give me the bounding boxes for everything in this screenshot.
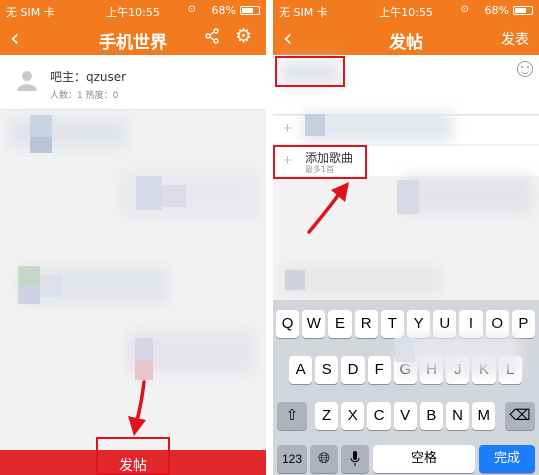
share-icon[interactable] [204, 28, 220, 49]
blurred-content [40, 275, 62, 297]
space-key[interactable]: 空格 [373, 445, 475, 473]
status-bar: 无 SIM 卡 上午10:55 ⊙ 68% [0, 0, 266, 20]
mic-icon [350, 451, 360, 466]
key-f[interactable]: F [367, 356, 391, 384]
rotation-lock-icon: ⊙ [460, 4, 469, 15]
battery-percent: 68% [484, 4, 509, 17]
blurred-content [162, 185, 186, 207]
blurred-content [18, 286, 40, 304]
nav-bar: ‹ 手机世界 ⚙ [0, 20, 266, 55]
blurred-content [399, 335, 519, 375]
blurred-content [283, 265, 443, 295]
key-s[interactable]: S [315, 356, 339, 384]
page-title: 手机世界 [99, 33, 167, 53]
shift-key[interactable]: ⇧ [277, 402, 307, 430]
annotation-box [96, 437, 170, 475]
key-n[interactable]: N [446, 402, 470, 430]
delete-key[interactable]: ⌫ [505, 402, 535, 430]
annotation-box [273, 145, 367, 179]
status-bar: 无 SIM 卡 上午10:55 ⊙ 68% [273, 0, 539, 20]
keyboard: QWERTYUIOP ASDFGHJKL ZXCVBNM ⇧ ⌫ 123 🌐︎ … [273, 300, 539, 475]
blurred-content [135, 360, 153, 380]
shift-icon: ⇧ [285, 407, 299, 424]
annotation-arrow [307, 182, 349, 234]
avatar-icon [16, 69, 38, 91]
key-o[interactable]: O [485, 310, 509, 338]
divider [266, 0, 273, 475]
blurred-content [136, 176, 162, 210]
blurred-content [30, 115, 52, 137]
key-w[interactable]: W [302, 310, 326, 338]
emoji-icon[interactable] [517, 61, 533, 77]
numbers-key[interactable]: 123 [277, 445, 307, 473]
blurred-content [397, 180, 419, 214]
battery-icon [240, 6, 260, 15]
blurred-content [403, 175, 533, 215]
blurred-content [30, 137, 52, 153]
key-p[interactable]: P [511, 310, 535, 338]
battery-icon [513, 6, 533, 15]
key-t[interactable]: T [380, 310, 404, 338]
key-e[interactable]: E [328, 310, 352, 338]
nav-bar: ‹ 发帖 发表 [273, 20, 539, 55]
publish-button[interactable]: 发表 [501, 29, 529, 49]
key-y[interactable]: Y [407, 310, 431, 338]
owner-label: 吧主：qzuser [50, 70, 127, 84]
key-m[interactable]: M [472, 402, 496, 430]
plus-icon: + [283, 120, 292, 137]
key-a[interactable]: A [289, 356, 313, 384]
key-i[interactable]: I [459, 310, 483, 338]
globe-icon: 🌐︎ [317, 450, 330, 467]
annotation-box [275, 56, 345, 87]
blurred-content [18, 266, 40, 286]
blurred-content [8, 118, 128, 148]
battery-percent: 68% [211, 4, 236, 17]
key-q[interactable]: Q [276, 310, 300, 338]
key-d[interactable]: D [341, 356, 365, 384]
right-screen: 无 SIM 卡 上午10:55 ⊙ 68% ‹ 发帖 发表 + + 添加歌曲 最… [273, 0, 539, 475]
mic-key[interactable] [341, 445, 369, 473]
left-screen: 无 SIM 卡 上午10:55 ⊙ 68% ‹ 手机世界 ⚙ 吧主：qzuser… [0, 0, 266, 475]
stats-label: 人数：1 热度：0 [50, 91, 119, 101]
key-x[interactable]: X [341, 402, 365, 430]
key-c[interactable]: C [367, 402, 391, 430]
gear-icon[interactable]: ⚙ [235, 25, 252, 48]
key-v[interactable]: V [393, 402, 417, 430]
blurred-content [395, 338, 415, 362]
blurred-content [305, 114, 325, 136]
blurred-content [285, 270, 305, 290]
delete-icon: ⌫ [509, 407, 531, 424]
rotation-lock-icon: ⊙ [187, 4, 196, 15]
globe-key[interactable]: 🌐︎ [310, 445, 338, 473]
key-u[interactable]: U [433, 310, 457, 338]
blurred-content [303, 112, 453, 142]
key-r[interactable]: R [354, 310, 378, 338]
done-key[interactable]: 完成 [479, 445, 535, 473]
key-z[interactable]: Z [315, 402, 339, 430]
page-title: 发帖 [389, 33, 423, 53]
key-b[interactable]: B [419, 402, 443, 430]
blurred-content [135, 338, 153, 360]
forum-info-card: 吧主：qzuser 人数：1 热度：0 [0, 55, 266, 110]
